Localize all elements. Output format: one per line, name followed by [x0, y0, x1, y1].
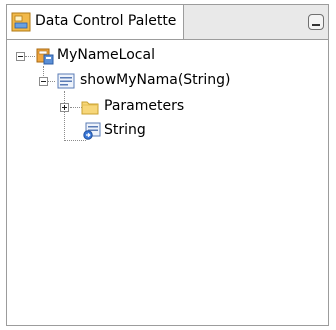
- method-icon: [57, 73, 75, 89]
- data-control-palette-icon: [11, 12, 31, 32]
- tab-data-control-palette[interactable]: Data Control Palette: [7, 5, 184, 39]
- tree-node-label: String: [104, 122, 146, 138]
- tree-node-parameters[interactable]: Parameters: [7, 96, 307, 118]
- tree-node-return-type[interactable]: String: [7, 120, 307, 142]
- minimize-icon[interactable]: [308, 14, 324, 30]
- collapse-icon[interactable]: [39, 77, 48, 86]
- tree-node-label: Parameters: [104, 98, 185, 114]
- return-type-icon: [83, 122, 101, 140]
- data-control-palette-panel: Data Control Palette MyNameLocal showMyN…: [6, 4, 329, 326]
- tree-node-root[interactable]: MyNameLocal: [7, 45, 307, 67]
- data-control-tree: MyNameLocal showMyNama(String) Parameter…: [7, 40, 328, 325]
- tree-node-method[interactable]: showMyNama(String): [7, 70, 307, 92]
- expand-icon[interactable]: [60, 103, 69, 112]
- collapse-icon[interactable]: [16, 52, 25, 61]
- panel-tab-strip: Data Control Palette: [7, 5, 328, 40]
- folder-icon: [81, 101, 99, 115]
- tab-title: Data Control Palette: [35, 13, 177, 29]
- tree-node-label: MyNameLocal: [57, 47, 155, 63]
- data-control-icon: [36, 48, 54, 65]
- tree-node-label: showMyNama(String): [80, 72, 231, 88]
